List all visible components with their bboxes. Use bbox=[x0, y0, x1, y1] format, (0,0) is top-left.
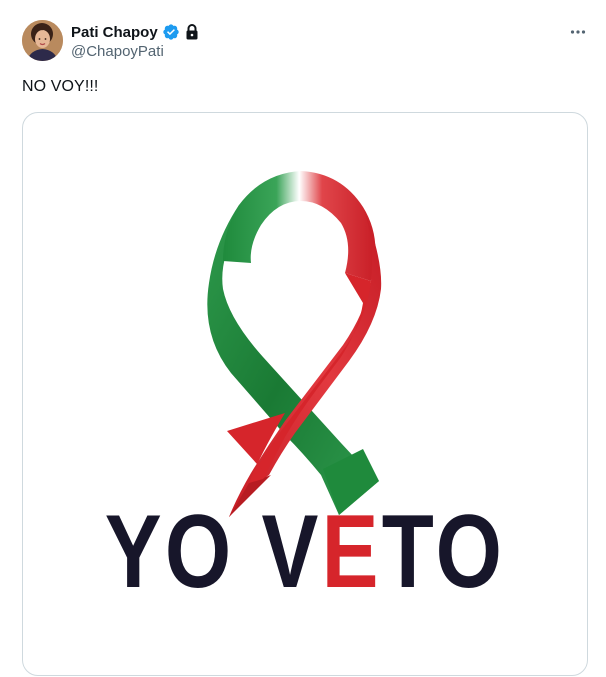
logo-text-highlight: E bbox=[322, 494, 382, 610]
logo-text-part1: YO V bbox=[105, 494, 322, 610]
display-name[interactable]: Pati Chapoy bbox=[71, 24, 158, 41]
svg-text:YO VETO: YO VETO bbox=[105, 494, 505, 610]
more-options-button[interactable] bbox=[564, 20, 592, 48]
tweet-header: Pati Chapoy @ChapoyPati bbox=[22, 20, 592, 64]
author-handle[interactable]: @ChapoyPati bbox=[71, 43, 200, 60]
tweet: Pati Chapoy @ChapoyPati NO VOY!!! YO VET… bbox=[0, 0, 606, 677]
name-row: Pati Chapoy bbox=[71, 22, 200, 42]
verified-badge-icon[interactable] bbox=[162, 23, 180, 41]
tweet-media-image[interactable]: YO VETO bbox=[22, 112, 588, 676]
logo-text-part2: TO bbox=[382, 494, 505, 610]
lock-icon bbox=[184, 23, 200, 41]
avatar[interactable] bbox=[22, 20, 63, 61]
tweet-text: NO VOY!!! bbox=[22, 78, 99, 95]
yo-veto-logo: YO VETO bbox=[105, 494, 505, 610]
awareness-ribbon bbox=[207, 171, 382, 517]
more-options-icon bbox=[569, 23, 587, 46]
author-info: Pati Chapoy @ChapoyPati bbox=[71, 22, 200, 60]
